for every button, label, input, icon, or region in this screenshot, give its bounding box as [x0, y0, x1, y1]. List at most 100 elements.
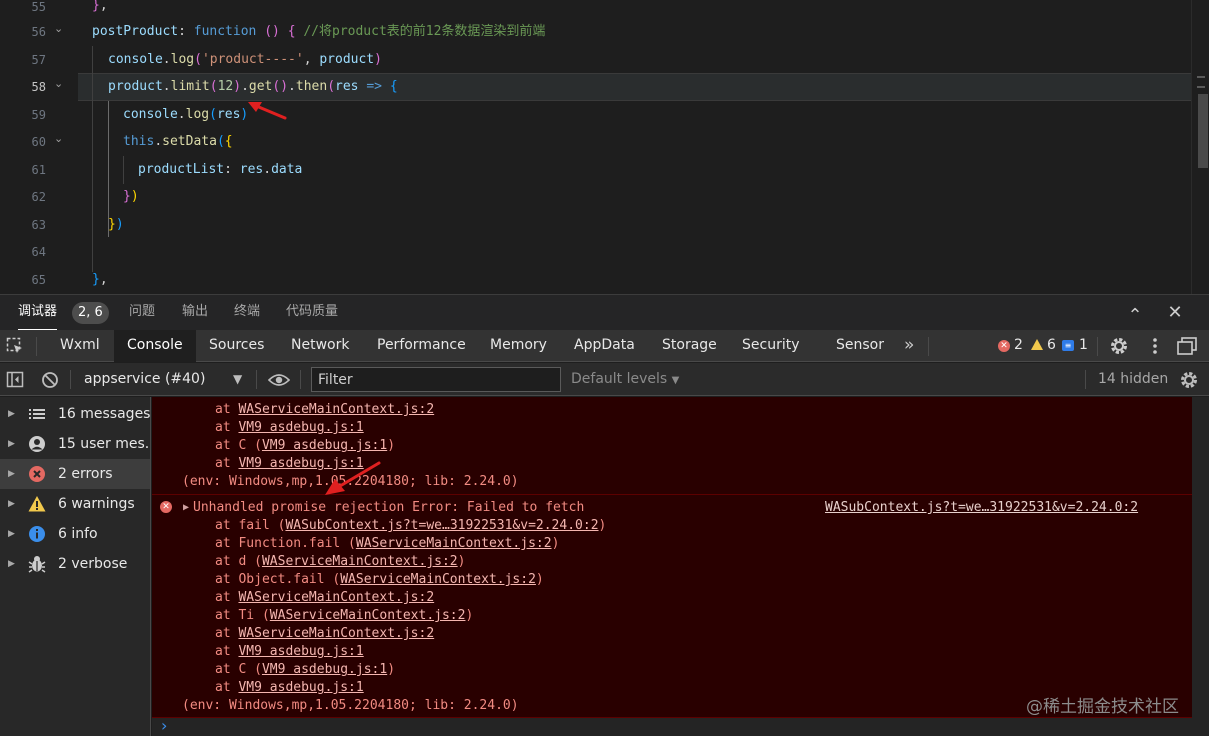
sidebar-item-info[interactable]: ▶ 6 info [0, 519, 150, 549]
source-link[interactable]: WASubContext.js?t=we…31922531&v=2.24.0:2 [825, 500, 1138, 515]
live-expression-eye-icon[interactable] [268, 372, 290, 388]
code-line-57[interactable]: console.log('product----', product) [108, 50, 382, 70]
close-panel-icon[interactable]: ✕ [1162, 300, 1188, 326]
info-count[interactable]: 1 [1079, 330, 1088, 362]
tab-output[interactable]: 输出 [182, 295, 208, 331]
source-link[interactable]: WAServiceMainContext.js:2 [238, 626, 434, 641]
context-dropdown-icon[interactable]: ▼ [233, 363, 242, 396]
stack-frame: at Object.fail (WAServiceMainContext.js:… [215, 572, 544, 587]
source-link[interactable]: VM9 asdebug.js:1 [238, 456, 363, 471]
error-source-link[interactable]: WASubContext.js?t=we…31922531&v=2.24.0:2 [825, 499, 1138, 517]
sidebar-item-label: 16 messages [58, 406, 150, 422]
source-link[interactable]: WAServiceMainContext.js:2 [262, 554, 458, 569]
expand-arrow-icon[interactable]: ▶ [8, 549, 15, 579]
code-line-63[interactable]: }) [108, 215, 124, 235]
code-line-65[interactable]: }, [92, 270, 108, 290]
more-tabs-icon[interactable]: » [904, 330, 914, 362]
chevron-down-icon: ▼ [671, 375, 680, 386]
source-link[interactable]: WAServiceMainContext.js:2 [356, 536, 552, 551]
expand-arrow-icon[interactable]: ▶ [8, 489, 15, 519]
tab-sources[interactable]: Sources [196, 330, 277, 362]
source-link[interactable]: VM9 asdebug.js:1 [262, 438, 387, 453]
tab-storage[interactable]: Storage [649, 330, 730, 362]
toggle-sidebar-icon[interactable] [6, 371, 24, 389]
sidebar-item-warnings[interactable]: ▶ 6 warnings [0, 489, 150, 519]
console-toolbar: appservice (#40) ▼ Default levels ▼ 14 h… [0, 363, 1209, 396]
line-number: 60 [31, 135, 46, 149]
expand-arrow-icon[interactable]: ▶ [8, 459, 15, 489]
code-line-59[interactable]: console.log(res) [123, 105, 248, 125]
source-link[interactable]: VM9 asdebug.js:1 [262, 662, 387, 677]
filter-input[interactable] [311, 367, 561, 392]
sidebar-item-verbose[interactable]: ▶ 2 verbose [0, 549, 150, 579]
clear-console-icon[interactable] [41, 371, 59, 389]
tab-debugger[interactable]: 调试器 [18, 295, 58, 331]
fold-chevron-icon[interactable]: ⌄ [54, 132, 63, 145]
tab-console[interactable]: Console [114, 330, 196, 362]
inspect-element-icon[interactable] [6, 337, 24, 355]
expand-arrow-icon[interactable]: ▶ [8, 429, 15, 459]
tab-problems[interactable]: 问题 [129, 295, 155, 331]
stack-frame: at WAServiceMainContext.js:2 [215, 590, 435, 605]
tab-network[interactable]: Network [278, 330, 362, 362]
expand-arrow-icon[interactable]: ▶ [8, 399, 15, 429]
source-link[interactable]: WASubContext.js?t=we…31922531&v=2.24.0:2 [285, 518, 598, 533]
source-link[interactable]: VM9 asdebug.js:1 [238, 680, 363, 695]
hidden-count[interactable]: 14 hidden [1098, 363, 1168, 396]
user-icon [29, 436, 45, 452]
error-count-icon: ✕ [998, 340, 1010, 352]
tab-security[interactable]: Security [729, 330, 813, 362]
source-link[interactable]: VM9 asdebug.js:1 [238, 644, 363, 659]
line-number: 58 [31, 80, 46, 94]
dock-side-icon[interactable] [1176, 336, 1198, 356]
code-line-56[interactable]: postProduct: function () { //将product表的前… [92, 22, 545, 42]
tab-performance[interactable]: Performance [364, 330, 479, 362]
source-link[interactable]: VM9 asdebug.js:1 [238, 420, 363, 435]
context-selector[interactable]: appservice (#40) [84, 363, 205, 396]
console-prompt[interactable]: › [152, 716, 1192, 736]
tab-terminal[interactable]: 终端 [234, 295, 260, 331]
divider [1097, 337, 1098, 356]
tab-appdata[interactable]: AppData [561, 330, 648, 362]
code-line-61[interactable]: productList: res.data [138, 160, 302, 180]
code-line-60[interactable]: this.setData({ [123, 132, 233, 152]
tab-code-quality[interactable]: 代码质量 [286, 295, 338, 331]
error-count[interactable]: 2 [1014, 330, 1023, 362]
source-link[interactable]: WAServiceMainContext.js:2 [270, 608, 466, 623]
sidebar-item-user-messages[interactable]: ▶ 15 user mes... [0, 429, 150, 459]
collapse-panel-icon[interactable]: ⌃ [1122, 303, 1148, 329]
sidebar-item-label: 6 info [58, 526, 98, 542]
tab-memory[interactable]: Memory [477, 330, 560, 362]
source-link[interactable]: WAServiceMainContext.js:2 [238, 590, 434, 605]
expand-arrow-icon[interactable]: ▶ [8, 519, 15, 549]
source-link[interactable]: WAServiceMainContext.js:2 [238, 402, 434, 417]
tab-sensor[interactable]: Sensor [823, 330, 897, 362]
stack-frame: at WAServiceMainContext.js:2 [215, 402, 435, 417]
settings-gear-icon[interactable] [1109, 336, 1129, 356]
code-line-58[interactable]: product.limit(12).get().then(res => { [108, 77, 398, 97]
kebab-menu-icon[interactable] [1150, 336, 1160, 356]
warning-count[interactable]: 6 [1047, 330, 1056, 362]
code-editor[interactable]: 55 56 57 58 59 60 61 62 63 64 65 ⌄ ⌄ ⌄ }… [0, 0, 1209, 294]
console-log[interactable]: at WAServiceMainContext.js:2 at VM9 asde… [152, 397, 1192, 717]
tab-wxml[interactable]: Wxml [47, 330, 113, 362]
fold-chevron-icon[interactable]: ⌄ [54, 22, 63, 35]
stack-frame: at Ti (WAServiceMainContext.js:2) [215, 608, 474, 623]
code-line-62[interactable]: }) [123, 187, 139, 207]
source-link[interactable]: WAServiceMainContext.js:2 [340, 572, 536, 587]
editor-scrollbar[interactable] [1191, 0, 1209, 294]
code-line-55[interactable]: }, [92, 0, 108, 16]
log-levels-dropdown[interactable]: Default levels ▼ [571, 363, 679, 396]
console-scrollbar[interactable] [1192, 397, 1209, 736]
scrollbar-thumb[interactable] [1198, 94, 1208, 168]
sidebar-item-label: 6 warnings [58, 496, 135, 512]
stack-frame: at d (WAServiceMainContext.js:2) [215, 554, 466, 569]
sidebar-item-errors[interactable]: ▶ 2 errors [0, 459, 150, 489]
sidebar-item-messages[interactable]: ▶ 16 messages [0, 399, 150, 429]
fold-chevron-icon[interactable]: ⌄ [54, 77, 63, 90]
console-settings-gear-icon[interactable] [1179, 370, 1199, 390]
error-message[interactable]: Unhandled promise rejection Error: Faile… [193, 499, 584, 517]
expand-arrow-icon[interactable]: ▶ [183, 499, 189, 517]
divider [928, 337, 929, 356]
sidebar-item-label: 2 verbose [58, 556, 128, 572]
